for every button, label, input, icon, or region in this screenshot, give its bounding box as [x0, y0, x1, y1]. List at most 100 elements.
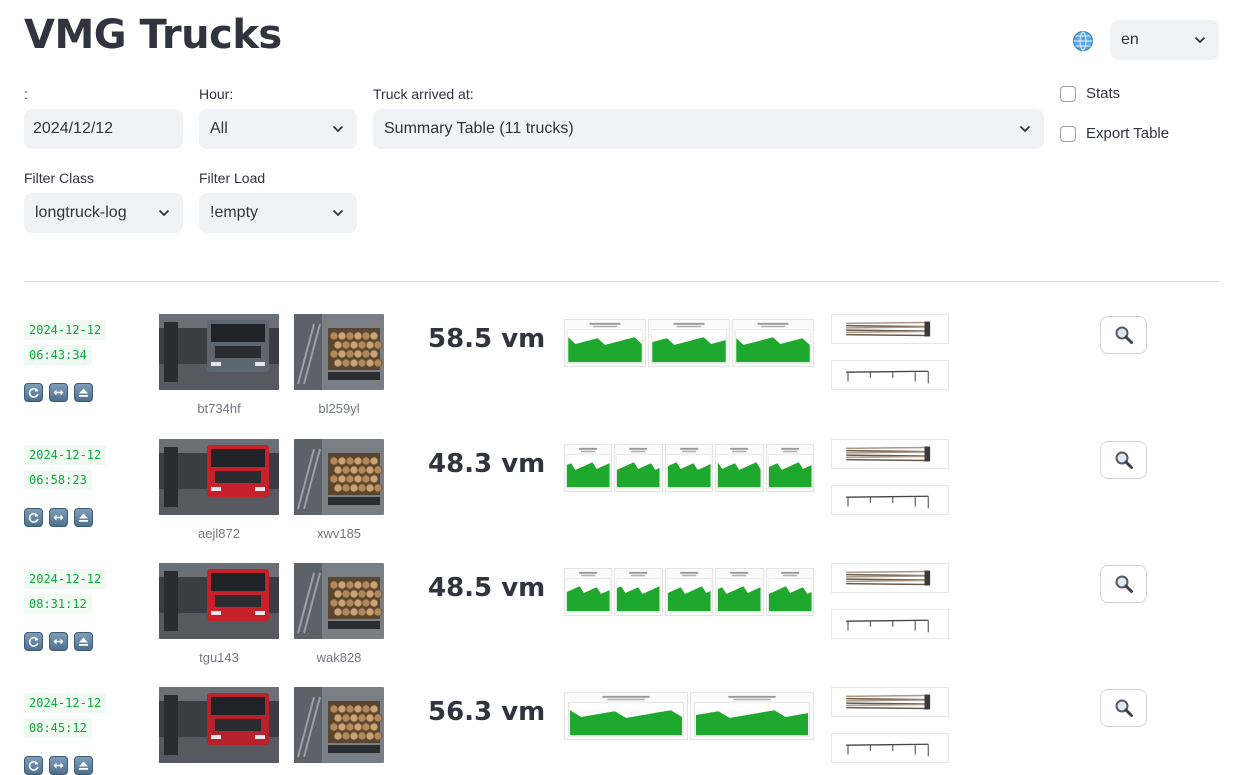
export-table-checkbox[interactable] [1060, 125, 1076, 142]
profile-chart-plot [717, 571, 762, 613]
profile-charts[interactable] [564, 444, 815, 492]
truck-row: 2024-12-12 08:45:12 56.3 vm [0, 687, 1242, 775]
rear-plate-label: wak828 [316, 650, 362, 665]
profile-charts[interactable] [564, 319, 814, 367]
export-table-checkbox-row[interactable]: Export Table [1060, 125, 1169, 142]
filter-load-select[interactable]: !empty [199, 193, 357, 233]
profile-chart [732, 319, 814, 367]
profile-chart-plot [651, 322, 727, 364]
inspect-button[interactable] [1100, 565, 1147, 603]
truck-arrived-select[interactable]: Summary Table (11 trucks) [373, 109, 1044, 149]
truck-time: 06:43:34 [24, 345, 92, 365]
magnifier-icon [1115, 326, 1133, 344]
hour-select[interactable]: All [199, 109, 357, 149]
row-controls [24, 756, 93, 775]
profile-chart [564, 568, 613, 616]
eject-button[interactable] [74, 508, 93, 527]
profile-chart [564, 444, 613, 492]
hour-select-value: All [210, 120, 228, 137]
rear-plate-label: xwv185 [316, 526, 362, 541]
eject-button[interactable] [74, 756, 93, 775]
truck-front-image [159, 563, 279, 639]
truck-volume: 58.5 vm [428, 324, 546, 354]
side-view-profile[interactable] [831, 360, 949, 390]
eject-icon [79, 637, 88, 646]
profile-chart-plot [717, 447, 762, 489]
hour-label: Hour: [199, 86, 234, 102]
profile-chart [648, 319, 730, 367]
truck-rear-photo[interactable] [294, 439, 384, 515]
row-controls [24, 508, 93, 527]
truck-front-photo[interactable] [159, 563, 279, 639]
profile-chart-plot [616, 571, 661, 613]
truck-arrived-label: Truck arrived at: [373, 86, 474, 102]
profile-chart [664, 444, 714, 492]
refresh-button[interactable] [24, 383, 43, 402]
eject-button[interactable] [74, 383, 93, 402]
top-view-profile[interactable] [831, 687, 949, 717]
profile-chart-plot [667, 447, 711, 489]
profile-chart [614, 568, 663, 616]
inspect-button[interactable] [1100, 689, 1147, 727]
refresh-button[interactable] [24, 508, 43, 527]
date-input[interactable]: 2024/12/12 [24, 109, 183, 149]
filter-class-select[interactable]: longtruck-log [24, 193, 183, 233]
truck-arrived-select-value: Summary Table (11 trucks) [384, 120, 574, 137]
truck-date: 2024-12-12 [24, 693, 107, 713]
rear-plate-label: bl259yl [318, 401, 360, 416]
stats-checkbox-row[interactable]: Stats [1060, 85, 1120, 102]
top-view-profile[interactable] [831, 314, 949, 344]
truck-rear-photo[interactable] [294, 314, 384, 390]
language-select[interactable]: en [1110, 20, 1219, 60]
profile-chart [564, 319, 646, 367]
front-plate-label: aejl872 [198, 526, 240, 541]
swap-button[interactable] [49, 383, 68, 402]
profile-chart-plot [767, 571, 812, 613]
magnifier-icon [1115, 575, 1133, 593]
truck-rear-image [294, 687, 384, 763]
profile-chart-plot [735, 322, 811, 364]
profile-chart-plot [567, 322, 643, 364]
profile-charts[interactable] [564, 568, 815, 616]
stats-label: Stats [1086, 85, 1121, 102]
refresh-button[interactable] [24, 756, 43, 775]
inspect-button[interactable] [1100, 316, 1147, 354]
side-view-image [846, 370, 929, 384]
refresh-icon [28, 760, 39, 771]
truck-rear-photo[interactable] [294, 687, 384, 763]
top-view-profile[interactable] [831, 439, 949, 469]
truck-date: 2024-12-12 [24, 445, 107, 465]
profile-charts[interactable] [564, 692, 814, 740]
chevron-down-icon [158, 209, 170, 217]
row-controls [24, 632, 93, 651]
swap-button[interactable] [49, 508, 68, 527]
profile-chart [715, 444, 764, 492]
truck-rear-photo[interactable] [294, 563, 384, 639]
side-view-profile[interactable] [831, 485, 949, 515]
swap-button[interactable] [49, 632, 68, 651]
side-view-image [846, 743, 929, 757]
eject-button[interactable] [74, 632, 93, 651]
swap-button[interactable] [49, 756, 68, 775]
truck-row: 2024-12-12 06:43:34 bt734hf bl259yl 58.5 vm [0, 314, 1242, 438]
truck-front-photo[interactable] [159, 314, 279, 390]
truck-volume: 48.5 vm [428, 573, 546, 603]
truck-front-image [159, 439, 279, 515]
truck-front-photo[interactable] [159, 687, 279, 763]
swap-icon [53, 514, 64, 521]
inspect-button[interactable] [1100, 441, 1147, 479]
row-controls [24, 383, 93, 402]
chevron-down-icon [1194, 36, 1206, 44]
profile-chart-plot [767, 447, 812, 489]
profile-chart [564, 692, 688, 740]
stats-checkbox[interactable] [1060, 85, 1076, 102]
refresh-button[interactable] [24, 632, 43, 651]
side-view-profile[interactable] [831, 609, 949, 639]
globe-icon [1072, 30, 1094, 52]
truck-front-photo[interactable] [159, 439, 279, 515]
refresh-icon [28, 636, 39, 647]
profile-chart-plot [616, 447, 661, 489]
truck-rear-image [294, 314, 384, 390]
side-view-profile[interactable] [831, 733, 949, 763]
top-view-profile[interactable] [831, 563, 949, 593]
